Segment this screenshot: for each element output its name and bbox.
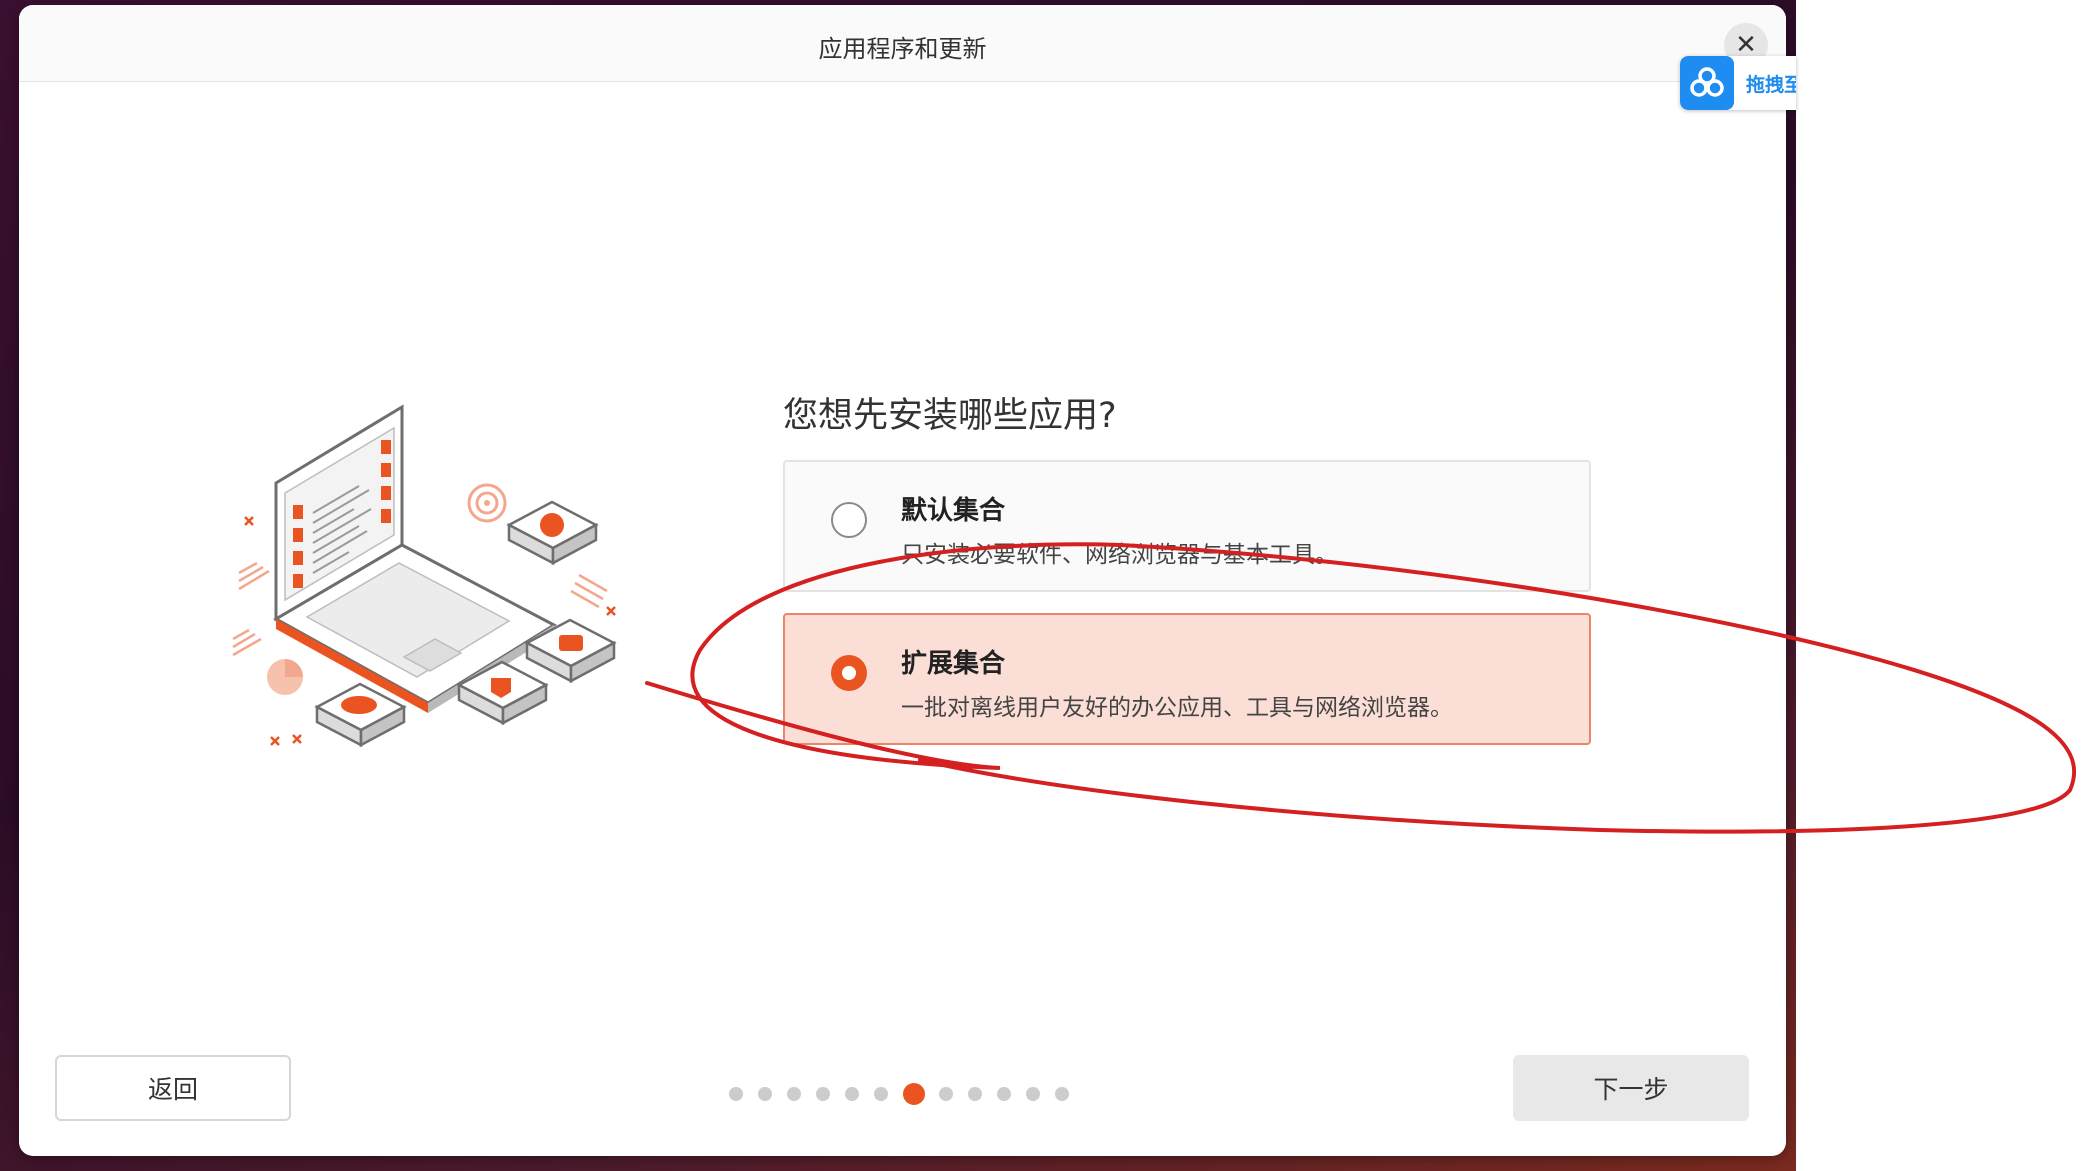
cloud-drive-widget[interactable]: 拖拽至 [1680, 56, 1796, 110]
step-dot [874, 1087, 888, 1101]
step-indicator [729, 1083, 1089, 1107]
radio-checked-icon[interactable] [831, 655, 867, 691]
option-extended-collection[interactable]: 扩展集合 一批对离线用户友好的办公应用、工具与网络浏览器。 [783, 613, 1591, 745]
option-description: 只安装必要软件、网络浏览器与基本工具。 [901, 542, 1338, 568]
cloud-drive-icon [1680, 56, 1734, 110]
next-button[interactable]: 下一步 [1513, 1055, 1749, 1121]
step-dot [1026, 1087, 1040, 1101]
step-dot-current [903, 1083, 925, 1105]
step-dot [758, 1087, 772, 1101]
option-description: 一批对离线用户友好的办公应用、工具与网络浏览器。 [901, 695, 1453, 721]
title-bar: 应用程序和更新 ✕ [19, 5, 1786, 82]
step-dot [729, 1087, 743, 1101]
step-dot [787, 1087, 801, 1101]
step-dot [845, 1087, 859, 1101]
step-dot [1055, 1087, 1069, 1101]
laptop-illustration [232, 404, 617, 748]
installer-dialog: 应用程序和更新 ✕ 您想先安装哪些应用? 默认集合 只安装必要软件、网络浏览器与… [19, 5, 1786, 1156]
option-default-collection[interactable]: 默认集合 只安装必要软件、网络浏览器与基本工具。 [783, 460, 1591, 592]
question-heading: 您想先安装哪些应用? [783, 396, 1117, 436]
step-dot [997, 1087, 1011, 1101]
back-button[interactable]: 返回 [55, 1055, 291, 1121]
option-title: 默认集合 [901, 496, 1006, 526]
cloud-drive-label: 拖拽至 [1746, 74, 1796, 96]
close-icon: ✕ [1735, 30, 1757, 60]
step-dot [968, 1087, 982, 1101]
step-dot [816, 1087, 830, 1101]
radio-unchecked-icon[interactable] [831, 502, 867, 538]
step-dot [939, 1087, 953, 1101]
window-title: 应用程序和更新 [818, 35, 987, 63]
option-title: 扩展集合 [901, 649, 1006, 679]
